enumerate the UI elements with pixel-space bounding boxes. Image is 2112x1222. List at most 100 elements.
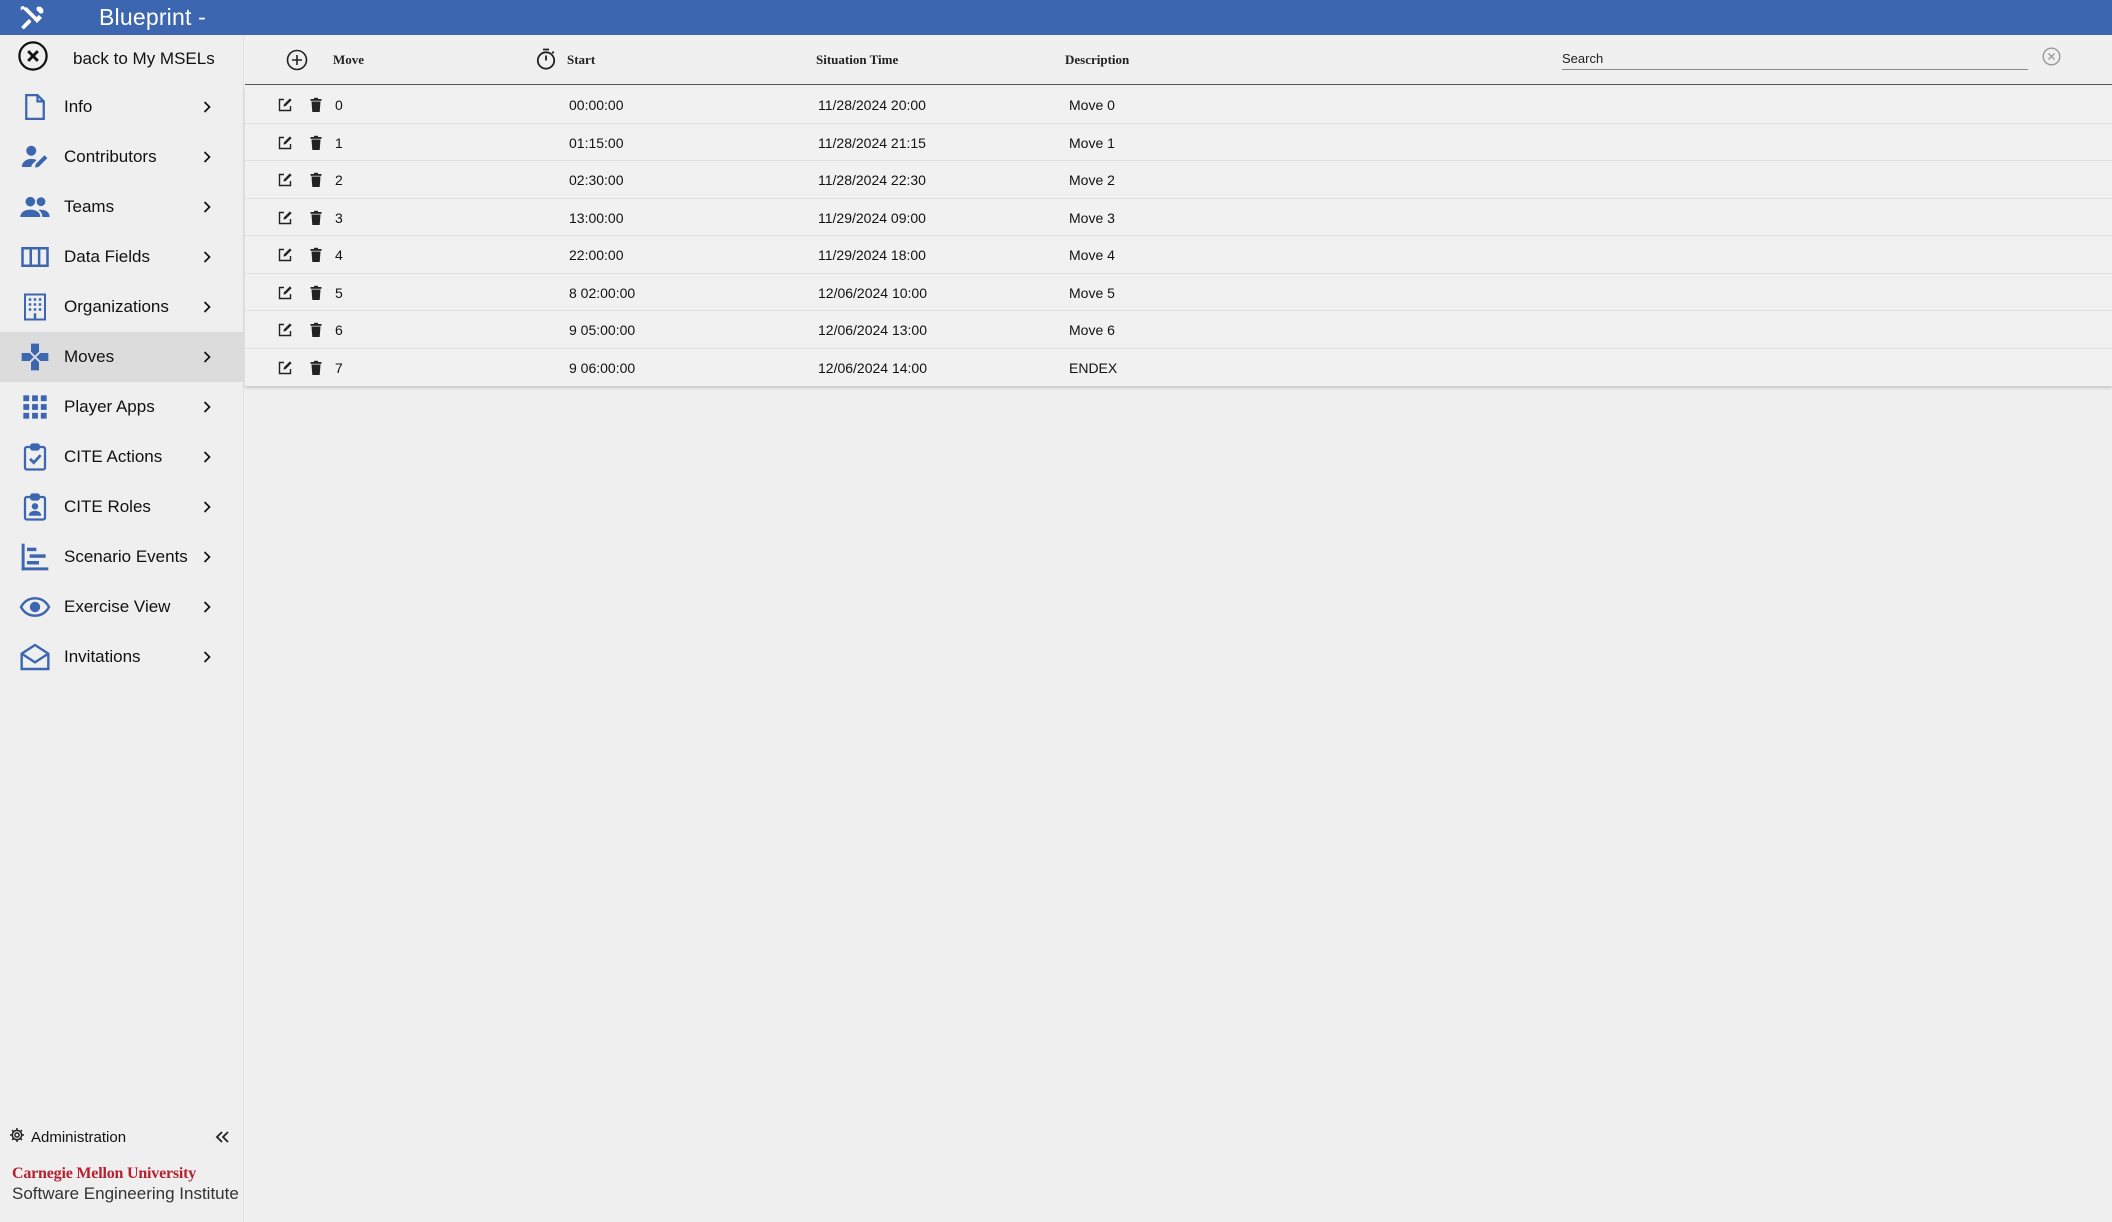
table-row[interactable]: 2 02:30:00 11/28/2024 22:30 Move 2 <box>245 161 2112 199</box>
delete-icon[interactable] <box>308 135 324 151</box>
delete-icon[interactable] <box>308 210 324 226</box>
chevron-right-icon <box>203 551 211 563</box>
edit-icon[interactable] <box>277 97 293 113</box>
column-header-description[interactable]: Description <box>1065 52 1129 68</box>
edit-icon[interactable] <box>277 210 293 226</box>
cell-situation-time: 11/29/2024 09:00 <box>818 209 926 226</box>
clipboard-check-icon <box>19 441 51 473</box>
delete-icon[interactable] <box>308 322 324 338</box>
gear-icon[interactable] <box>9 1127 25 1148</box>
app-title: Blueprint - <box>99 4 207 30</box>
table-row[interactable]: 5 8 02:00:00 12/06/2024 10:00 Move 5 <box>245 274 2112 311</box>
sidebar-item-label: CITE Actions <box>64 447 163 466</box>
sidebar-item-invitations[interactable]: Invitations <box>0 632 243 682</box>
sidebar-item-label: Moves <box>64 347 115 366</box>
administration-link[interactable]: Administration <box>31 1129 126 1146</box>
delete-icon[interactable] <box>308 247 324 263</box>
cell-move: 3 <box>335 209 343 226</box>
sidebar-item-label: Exercise View <box>64 597 171 616</box>
edit-icon[interactable] <box>277 135 293 151</box>
cell-move: 4 <box>335 247 343 263</box>
sidebar-item-cite-actions[interactable]: CITE Actions <box>0 432 243 482</box>
delete-icon[interactable] <box>308 360 324 376</box>
blueprint-tools-icon[interactable] <box>14 0 50 35</box>
sidebar-item-cite-roles[interactable]: CITE Roles <box>0 482 243 532</box>
add-move-icon[interactable] <box>285 48 309 72</box>
cell-move: 1 <box>335 134 343 151</box>
column-header-situation-time[interactable]: Situation Time <box>816 52 898 68</box>
cell-start: 00:00:00 <box>569 97 624 113</box>
moves-panel: Move Start Situation Time Description 0 … <box>245 35 2112 1222</box>
sidebar-item-info[interactable]: Info <box>0 82 243 132</box>
chevron-right-icon <box>203 451 211 463</box>
table-row[interactable]: 7 9 06:00:00 12/06/2024 14:00 ENDEX <box>245 349 2112 387</box>
cell-start: 8 02:00:00 <box>569 284 636 301</box>
sidebar-item-teams[interactable]: Teams <box>0 182 243 232</box>
cell-description: Move 2 <box>1069 172 1115 188</box>
delete-icon[interactable] <box>308 172 324 188</box>
chevron-right-icon <box>203 101 211 113</box>
back-to-msels-button[interactable]: back to My MSELs <box>0 35 243 82</box>
sidebar-item-label: Info <box>64 97 93 116</box>
cell-move: 2 <box>335 172 343 188</box>
search-input[interactable] <box>1562 47 2028 69</box>
apps-grid-icon <box>19 391 51 423</box>
cell-situation-time: 12/06/2024 10:00 <box>818 284 927 301</box>
sidebar-item-moves[interactable]: Moves <box>0 332 243 382</box>
sidebar-item-player-apps[interactable]: Player Apps <box>0 382 243 432</box>
sidebar-item-exercise-view[interactable]: Exercise View <box>0 582 243 632</box>
cell-description: Move 0 <box>1069 97 1115 113</box>
top-app-bar: Blueprint - <box>0 0 2112 35</box>
cell-move: 7 <box>335 359 343 376</box>
edit-icon[interactable] <box>277 322 293 338</box>
edit-icon[interactable] <box>277 247 293 263</box>
cell-move: 0 <box>335 97 343 113</box>
column-header-move[interactable]: Move <box>333 52 364 68</box>
sidebar-item-label: Player Apps <box>64 397 155 416</box>
table-row[interactable]: 6 9 05:00:00 12/06/2024 13:00 Move 6 <box>245 311 2112 349</box>
chevron-right-icon <box>203 251 211 263</box>
delete-icon[interactable] <box>308 97 324 113</box>
sidebar-item-data-fields[interactable]: Data Fields <box>0 232 243 282</box>
cell-description: Move 1 <box>1069 134 1115 151</box>
edit-icon[interactable] <box>277 285 293 301</box>
sidebar-item-label: Contributors <box>64 147 157 166</box>
clear-search-icon[interactable] <box>2041 46 2062 67</box>
sidebar-item-label: Organizations <box>64 297 169 316</box>
cell-description: Move 6 <box>1069 322 1115 338</box>
close-circle-icon <box>16 39 50 78</box>
chevron-right-icon <box>203 401 211 413</box>
cell-start: 01:15:00 <box>569 134 624 151</box>
collapse-sidebar-icon[interactable] <box>213 1128 231 1146</box>
edit-icon[interactable] <box>277 172 293 188</box>
cell-description: Move 3 <box>1069 209 1115 226</box>
table-row[interactable]: 3 13:00:00 11/29/2024 09:00 Move 3 <box>245 199 2112 236</box>
badge-icon <box>19 491 51 523</box>
sidebar-item-label: Data Fields <box>64 247 150 266</box>
table-row[interactable]: 0 00:00:00 11/28/2024 20:00 Move 0 <box>245 86 2112 124</box>
cell-start: 02:30:00 <box>569 172 624 188</box>
sidebar-item-scenario-events[interactable]: Scenario Events <box>0 532 243 582</box>
timer-icon[interactable] <box>534 47 558 71</box>
chevron-right-icon <box>203 151 211 163</box>
cell-situation-time: 11/29/2024 18:00 <box>818 247 926 263</box>
cell-situation-time: 11/28/2024 20:00 <box>818 97 926 113</box>
cell-description: ENDEX <box>1069 359 1118 376</box>
user-edit-icon <box>19 141 51 173</box>
columns-icon <box>19 241 51 273</box>
chevron-right-icon <box>203 201 211 213</box>
cell-situation-time: 11/28/2024 22:30 <box>818 172 926 188</box>
sidebar-item-contributors[interactable]: Contributors <box>0 132 243 182</box>
table-row[interactable]: 4 22:00:00 11/29/2024 18:00 Move 4 <box>245 236 2112 274</box>
search-field <box>1562 47 2028 70</box>
cell-start: 22:00:00 <box>569 247 624 263</box>
column-header-start[interactable]: Start <box>567 52 595 68</box>
edit-icon[interactable] <box>277 360 293 376</box>
cmu-logo-line2: Software Engineering Institute <box>12 1184 239 1203</box>
sidebar: back to My MSELs Info Contributors Teams… <box>0 35 244 1222</box>
chevron-right-icon <box>203 601 211 613</box>
table-row[interactable]: 1 01:15:00 11/28/2024 21:15 Move 1 <box>245 124 2112 161</box>
delete-icon[interactable] <box>308 285 324 301</box>
document-icon <box>19 91 51 123</box>
sidebar-item-organizations[interactable]: Organizations <box>0 282 243 332</box>
